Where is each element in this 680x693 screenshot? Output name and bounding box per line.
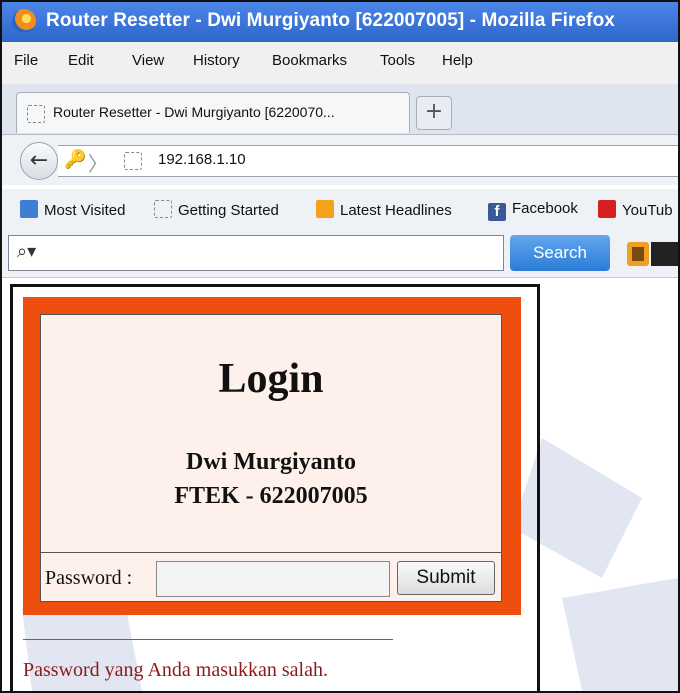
bookmark-label: Latest Headlines — [340, 202, 452, 219]
author-name: Dwi Murgiyanto — [186, 449, 356, 475]
back-button[interactable]: ← — [20, 142, 58, 180]
tab-router-resetter[interactable]: Router Resetter - Dwi Murgiyanto [622007… — [16, 92, 410, 133]
chevron-right-icon: 〉 — [88, 152, 108, 176]
login-box: Login Dwi Murgiyanto FTEK - 622007005 Pa… — [40, 314, 502, 602]
submit-button[interactable]: Submit — [397, 561, 495, 595]
menu-history[interactable]: History — [193, 52, 240, 69]
password-input[interactable] — [156, 561, 390, 597]
video-downloader-icon[interactable] — [626, 239, 678, 269]
error-message: Password yang Anda masukkan salah. — [23, 659, 328, 681]
page-icon — [27, 105, 45, 123]
search-input[interactable]: ⌕▾ — [8, 235, 504, 271]
menu-bookmarks[interactable]: Bookmarks — [272, 52, 347, 69]
most-visited-icon — [20, 200, 38, 218]
search-icon: ⌕▾ — [17, 241, 37, 262]
menu-edit[interactable]: Edit — [68, 52, 94, 69]
url-bar[interactable]: 🔑 〉 192.168.1.10 — [58, 145, 678, 177]
student-id: FTEK - 622007005 — [174, 483, 368, 509]
firefox-logo-icon — [12, 9, 36, 33]
page-content: Login Dwi Murgiyanto FTEK - 622007005 Pa… — [2, 278, 678, 691]
new-tab-button[interactable]: + — [416, 96, 452, 130]
navigation-bar: ← 🔑 〉 192.168.1.10 — [2, 135, 678, 185]
tab-label: Router Resetter - Dwi Murgiyanto [622007… — [53, 104, 335, 120]
menu-view[interactable]: View — [132, 52, 164, 69]
divider — [23, 639, 393, 640]
menu-bar: File Edit View History Bookmarks Tools H… — [2, 42, 678, 84]
tab-bar: Router Resetter - Dwi Murgiyanto [622007… — [2, 84, 678, 135]
bookmark-most-visited[interactable]: Most Visited — [20, 200, 125, 219]
key-icon: 🔑 — [64, 149, 87, 170]
window-title: Router Resetter - Dwi Murgiyanto [622007… — [46, 10, 615, 31]
search-toolbar: ⌕▾ Search — [2, 231, 678, 278]
bookmarks-toolbar: Most Visited Getting Started Latest Head… — [2, 189, 678, 231]
page-icon — [154, 200, 172, 218]
menu-file[interactable]: File — [14, 52, 38, 69]
bookmark-latest-headlines[interactable]: Latest Headlines — [316, 200, 452, 219]
youtube-icon — [598, 200, 616, 218]
password-form: Password : Submit — [41, 552, 501, 601]
menu-tools[interactable]: Tools — [380, 52, 415, 69]
bookmark-label: Facebook — [512, 200, 578, 217]
login-panel: Login Dwi Murgiyanto FTEK - 622007005 Pa… — [23, 297, 521, 615]
bookmark-youtube[interactable]: YouTub — [598, 200, 673, 219]
rss-icon — [316, 200, 334, 218]
bookmark-label: YouTub — [622, 202, 673, 219]
bookmark-label: Getting Started — [178, 202, 279, 219]
title-bar: Router Resetter - Dwi Murgiyanto [622007… — [2, 2, 678, 42]
menu-help[interactable]: Help — [442, 52, 473, 69]
page-identity-icon — [124, 152, 142, 170]
bookmark-label: Most Visited — [44, 202, 126, 219]
bookmark-facebook[interactable]: f Facebook — [488, 200, 578, 221]
browser-window: Router Resetter - Dwi Murgiyanto [622007… — [0, 0, 680, 693]
login-heading: Login — [218, 356, 324, 402]
back-arrow-icon: ← — [29, 148, 49, 173]
facebook-icon: f — [488, 203, 506, 221]
bookmark-getting-started[interactable]: Getting Started — [154, 200, 279, 219]
search-button[interactable]: Search — [510, 235, 610, 271]
password-label: Password : — [45, 567, 133, 589]
router-login-page: Login Dwi Murgiyanto FTEK - 622007005 Pa… — [10, 284, 540, 691]
url-text[interactable]: 192.168.1.10 — [158, 151, 246, 168]
